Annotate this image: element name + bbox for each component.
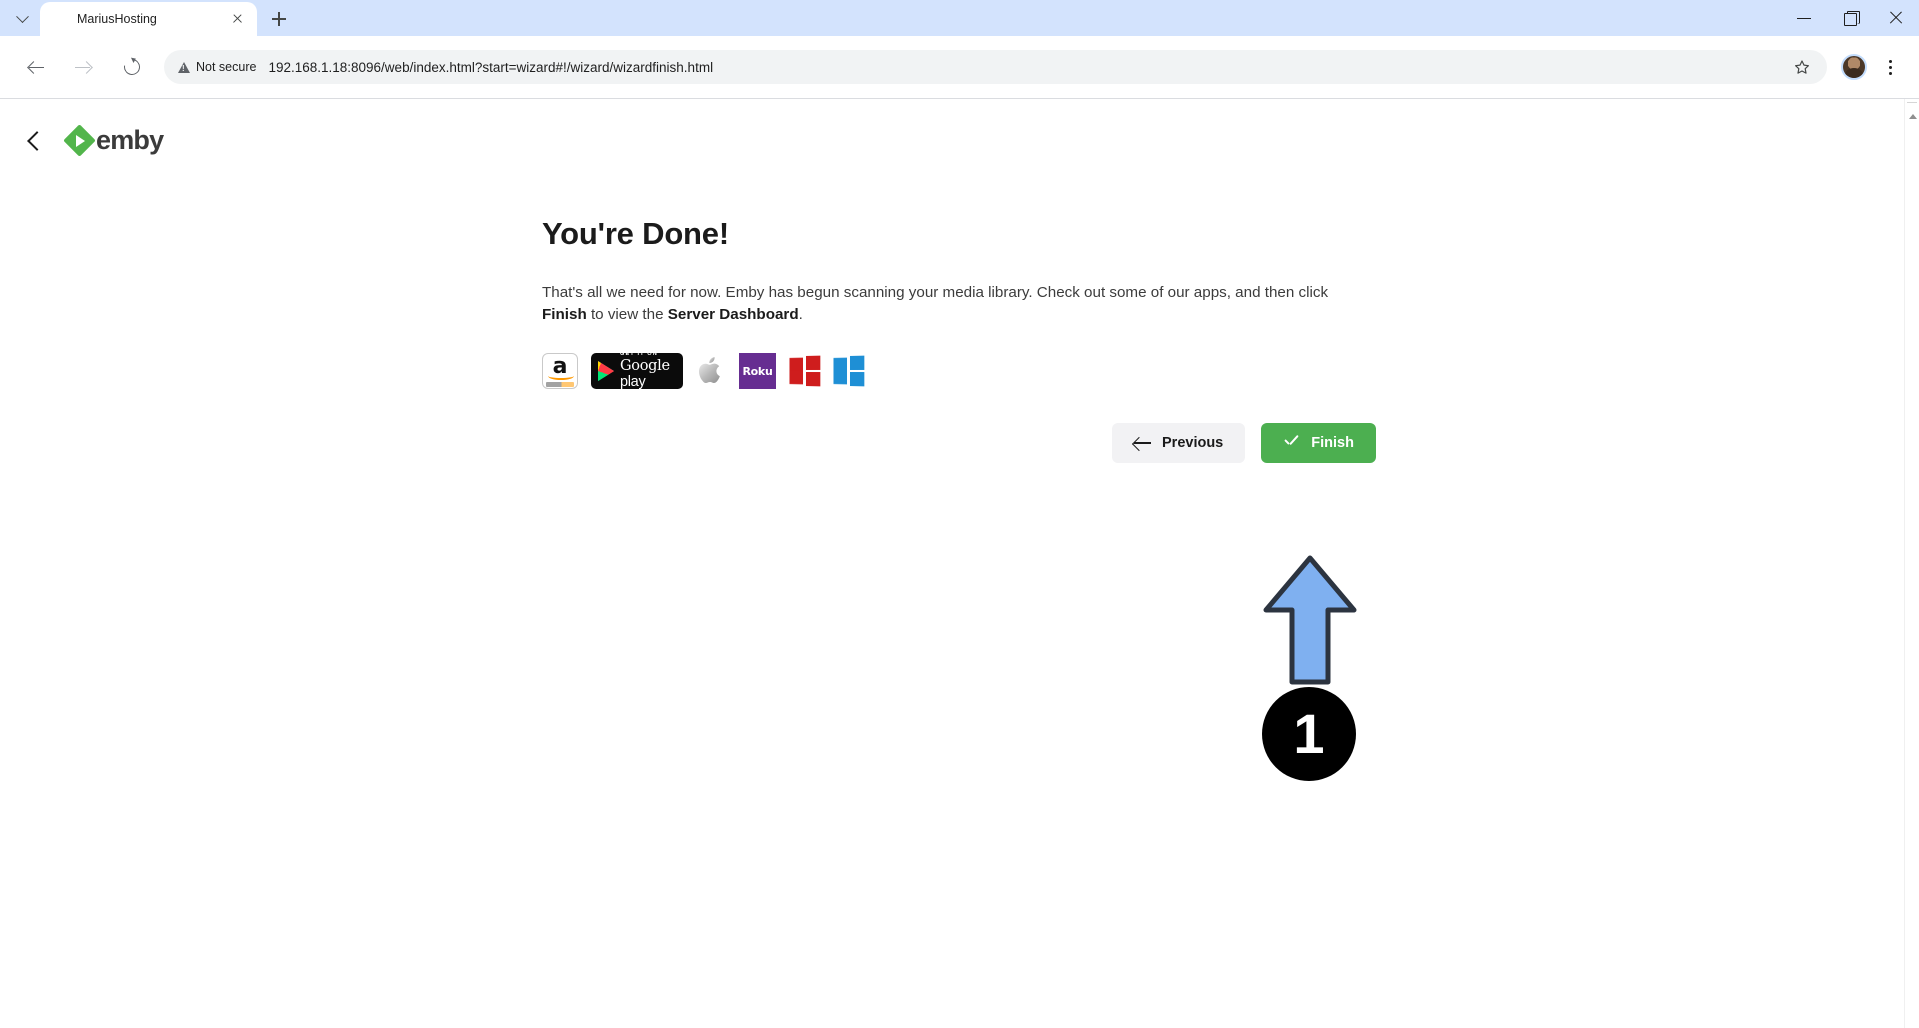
page-viewport: emby You're Done! That's all we need for… — [0, 99, 1919, 1028]
google-play-get-it-on: GET IT ON — [620, 350, 658, 357]
kebab-menu-icon[interactable] — [1875, 52, 1905, 82]
reload-button[interactable] — [115, 50, 149, 84]
security-indicator[interactable]: Not secure — [164, 50, 268, 84]
wizard-panel: You're Done! That's all we need for now.… — [0, 154, 1919, 464]
arrow-left-icon — [1134, 437, 1151, 450]
apple-logo-icon — [699, 357, 720, 384]
google-play-badge[interactable]: GET IT ON Google play — [591, 350, 683, 391]
wizard-description: That's all we need for now. Emby has beg… — [542, 282, 1342, 325]
emby-wordmark: emby — [96, 125, 164, 155]
emby-header: emby — [0, 99, 1919, 154]
emby-diamond-icon — [52, 11, 68, 27]
arrow-right-icon — [75, 61, 90, 74]
close-icon[interactable] — [1873, 0, 1919, 36]
chevron-left-icon[interactable] — [22, 128, 48, 154]
page-scrollbar[interactable] — [1904, 99, 1919, 1028]
description-part-2: to view the — [586, 305, 668, 323]
finish-button-label: Finish — [1311, 435, 1354, 452]
amazon-appstore-sublabel — [546, 381, 574, 387]
google-play-triangle-icon — [598, 361, 614, 382]
step-number-badge: 1 — [1262, 687, 1356, 781]
finish-button[interactable]: Finish — [1261, 423, 1376, 464]
amazon-smile-icon — [548, 372, 574, 380]
security-label: Not secure — [196, 60, 257, 74]
wizard-buttons: Previous Finish — [1112, 423, 1919, 464]
google-play-brand: Google play — [620, 358, 670, 391]
description-bold-dashboard: Server Dashboard — [667, 305, 799, 323]
emby-logo: emby — [66, 125, 164, 155]
scroll-up-arrow-icon[interactable] — [1909, 114, 1917, 119]
window-controls — [1781, 0, 1919, 36]
previous-button[interactable]: Previous — [1112, 423, 1246, 464]
tab-strip: MariusHosting — [0, 0, 1919, 36]
forward-button[interactable] — [67, 50, 101, 84]
tab-search-button[interactable] — [4, 4, 40, 34]
restore-icon[interactable] — [1827, 0, 1873, 36]
browser-tab[interactable]: MariusHosting — [40, 2, 257, 36]
windows-logo-icon — [849, 372, 865, 387]
check-icon — [1283, 437, 1300, 450]
app-badges: a GET IT ON Google play Roku — [542, 350, 1919, 391]
windows-logo-icon — [849, 355, 865, 371]
roku-label: Roku — [742, 364, 773, 378]
windows-blue-badge[interactable] — [833, 355, 865, 387]
amazon-appstore-badge[interactable]: a — [542, 353, 578, 390]
apple-app-store-badge[interactable] — [696, 353, 726, 389]
minimize-icon[interactable] — [1781, 0, 1827, 36]
address-bar[interactable]: Not secure 192.168.1.18:8096/web/index.h… — [164, 50, 1827, 84]
windows-logo-icon — [789, 370, 804, 385]
close-icon[interactable] — [227, 9, 247, 29]
windows-red-badge[interactable] — [789, 355, 821, 387]
emby-diamond-icon — [66, 127, 93, 154]
arrow-up-icon — [1263, 555, 1357, 685]
windows-logo-icon — [805, 372, 821, 387]
star-icon[interactable] — [1787, 52, 1817, 82]
step-number-label: 1 — [1293, 702, 1325, 765]
back-button[interactable] — [19, 50, 53, 84]
reload-icon — [120, 55, 144, 79]
page-title: You're Done! — [542, 216, 729, 251]
chevron-down-icon — [15, 9, 29, 23]
arrow-left-icon — [28, 61, 44, 74]
windows-logo-icon — [805, 355, 821, 371]
description-bold-finish: Finish — [542, 305, 587, 323]
previous-button-label: Previous — [1162, 435, 1224, 452]
windows-logo-icon — [833, 370, 848, 385]
browser-window: MariusHosting Not secure 192.168.1.18:80… — [0, 0, 1919, 1028]
tab-title: MariusHosting — [77, 12, 157, 26]
warning-triangle-icon — [177, 61, 190, 73]
avatar[interactable] — [1841, 54, 1867, 80]
roku-badge[interactable]: Roku — [739, 353, 776, 390]
browser-toolbar: Not secure 192.168.1.18:8096/web/index.h… — [0, 36, 1919, 98]
annotation-arrow — [1262, 554, 1358, 685]
description-part-1: That's all we need for now. Emby has beg… — [542, 284, 1329, 301]
description-part-3: . — [798, 305, 803, 323]
url-text[interactable]: 192.168.1.18:8096/web/index.html?start=w… — [268, 60, 1787, 75]
new-tab-button[interactable] — [265, 5, 293, 33]
